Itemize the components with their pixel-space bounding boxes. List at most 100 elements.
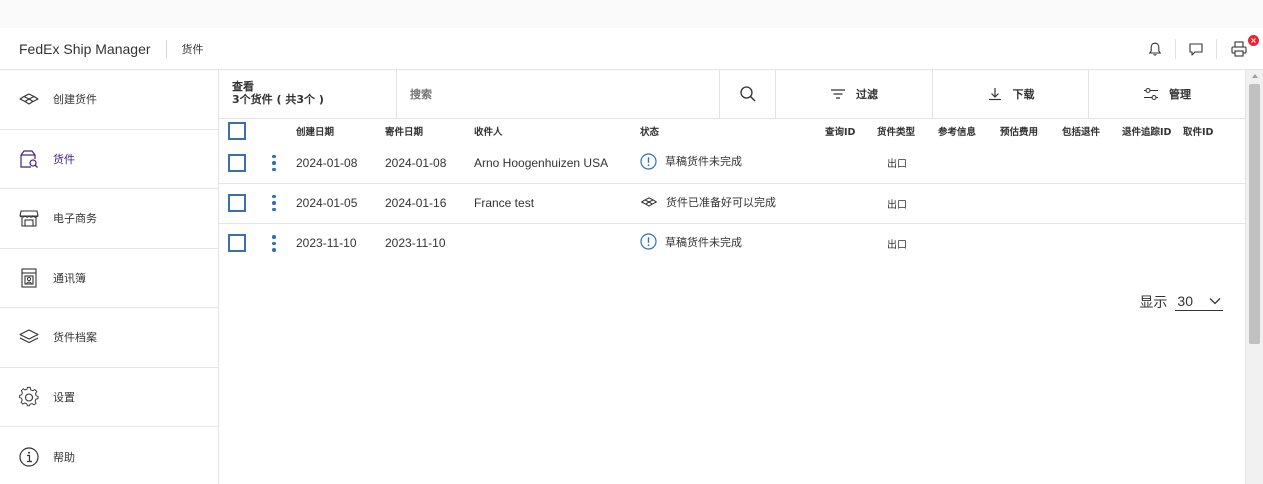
ship-date-cell: 2024-01-08 — [385, 143, 474, 184]
sidebar-item-shipments[interactable]: 货件 — [0, 130, 218, 189]
created-date-cell: 2024-01-05 — [296, 183, 385, 224]
sliders-icon — [1144, 87, 1158, 101]
column-header[interactable]: 货件类型 — [877, 119, 938, 143]
search-input[interactable] — [410, 87, 690, 101]
row-checkbox[interactable] — [228, 234, 246, 253]
alert-circle-icon — [640, 233, 657, 250]
status-text: 草稿货件未完成 — [665, 155, 742, 169]
scroll-up-arrow-icon[interactable] — [1251, 74, 1258, 78]
table-row[interactable]: 2024-01-08 2024-01-08 Arno Hoogenhuizen … — [219, 143, 1245, 184]
shipment-count: 3个货件 ( 共3个 ) — [232, 93, 324, 106]
sidebar-item-label: 帮助 — [53, 450, 75, 464]
status-cell: 草稿货件未完成 — [640, 233, 742, 250]
status-text: 货件已准备好可以完成 — [666, 196, 776, 209]
shipment-profiles-icon — [17, 325, 41, 349]
recipient-cell: France test — [474, 183, 640, 224]
table-row[interactable]: 2023-11-10 2023-11-10 草稿货件未完成 出口 — [219, 223, 1245, 263]
ecommerce-store-icon — [17, 206, 41, 230]
shipments-toolbar: 查看 3个货件 ( 共3个 ) 过滤 下载 — [219, 70, 1245, 119]
sidebar-item-label: 创建货件 — [53, 93, 97, 107]
shipment-type-cell: 出口 — [877, 183, 938, 224]
sidebar-item-label: 货件档案 — [53, 331, 97, 345]
messages-button[interactable] — [1176, 28, 1216, 70]
create-shipment-icon — [17, 87, 41, 111]
row-checkbox[interactable] — [228, 153, 246, 172]
row-actions-menu-icon[interactable] — [272, 154, 276, 171]
sidebar: 创建货件 货件 电子商务 通讯簿 货件档案 设置 帮助 — [0, 70, 219, 484]
search-area — [397, 70, 720, 118]
ready-box-icon — [641, 197, 657, 207]
filter-label: 过滤 — [856, 88, 878, 101]
search-button[interactable] — [720, 70, 776, 118]
manage-label: 管理 — [1169, 88, 1191, 101]
chevron-down-icon — [1209, 298, 1221, 305]
notifications-button[interactable] — [1135, 28, 1175, 70]
chat-icon — [1189, 43, 1203, 56]
table-row[interactable]: 2024-01-05 2024-01-16 France test 货件已准备好… — [219, 183, 1245, 224]
help-info-icon — [17, 445, 41, 469]
app-brand[interactable]: FedEx Ship Manager — [19, 41, 151, 57]
page-size-value: 30 — [1177, 293, 1193, 309]
column-header[interactable]: 查询ID — [825, 119, 877, 143]
row-actions-menu-icon[interactable] — [272, 235, 276, 252]
address-book-icon — [17, 266, 41, 290]
printer-icon — [1231, 41, 1247, 57]
sidebar-item-create-shipment[interactable]: 创建货件 — [0, 70, 218, 130]
ship-date-cell: 2023-11-10 — [385, 236, 446, 251]
row-actions-menu-icon[interactable] — [272, 194, 276, 212]
sidebar-item-address-book[interactable]: 通讯簿 — [0, 249, 218, 308]
page-size-control: 显示 30 — [1139, 292, 1223, 312]
page-size-label: 显示 — [1139, 295, 1168, 311]
column-header[interactable]: 寄件日期 — [385, 119, 474, 143]
column-header[interactable]: 创建日期 — [296, 119, 385, 143]
shipment-type-cell: 出口 — [887, 239, 907, 251]
sidebar-item-help[interactable]: 帮助 — [0, 427, 218, 484]
top-bar: FedEx Ship Manager 货件 × — [0, 28, 1263, 70]
bell-icon — [1148, 42, 1162, 56]
created-date-cell: 2024-01-08 — [296, 143, 385, 184]
created-date-cell: 2023-11-10 — [296, 236, 357, 251]
page-size-select[interactable]: 30 — [1175, 293, 1223, 311]
view-title: 查看 — [232, 80, 254, 93]
vertical-scrollbar[interactable] — [1245, 70, 1263, 484]
sidebar-item-label: 货件 — [53, 152, 75, 166]
sidebar-item-settings[interactable]: 设置 — [0, 368, 218, 427]
download-icon — [988, 88, 1001, 101]
select-all-checkbox[interactable] — [228, 122, 246, 140]
breadcrumb: 货件 — [181, 42, 204, 56]
sidebar-item-label: 设置 — [53, 390, 75, 404]
download-button[interactable]: 下载 — [933, 70, 1089, 118]
row-checkbox[interactable] — [228, 194, 246, 212]
filter-icon — [831, 89, 845, 99]
column-header[interactable]: 退件追踪ID — [1122, 119, 1183, 143]
view-selector[interactable]: 查看 3个货件 ( 共3个 ) — [219, 70, 397, 118]
scroll-thumb[interactable] — [1249, 84, 1260, 344]
shipments-table: 创建日期 寄件日期 收件人 状态 查询ID 货件类型 参考信息 预估费用 包括退… — [219, 119, 1245, 263]
recipient-cell: Arno Hoogenhuizen USA — [474, 143, 640, 184]
manage-button[interactable]: 管理 — [1089, 70, 1245, 118]
brand-divider — [165, 39, 167, 58]
filter-button[interactable]: 过滤 — [776, 70, 933, 118]
status-cell: 草稿货件未完成 — [640, 153, 742, 170]
download-label: 下载 — [1012, 88, 1035, 101]
column-header[interactable]: 收件人 — [474, 119, 640, 143]
alert-circle-icon — [640, 153, 657, 170]
table-header-row: 创建日期 寄件日期 收件人 状态 查询ID 货件类型 参考信息 预估费用 包括退… — [219, 119, 1245, 143]
recipient-cell — [474, 223, 640, 263]
main-content: 查看 3个货件 ( 共3个 ) 过滤 下载 — [219, 70, 1245, 484]
settings-gear-icon — [17, 385, 41, 409]
status-cell: 货件已准备好可以完成 — [640, 194, 776, 210]
status-text: 草稿货件未完成 — [665, 235, 742, 249]
printer-button[interactable]: × — [1217, 28, 1263, 70]
shipment-type-cell: 出口 — [877, 143, 938, 184]
search-icon — [739, 86, 755, 102]
sidebar-item-label: 电子商务 — [53, 212, 97, 226]
sidebar-item-shipment-profiles[interactable]: 货件档案 — [0, 308, 218, 368]
column-header[interactable]: 预估费用 — [1000, 119, 1062, 143]
ship-date-cell: 2024-01-16 — [385, 183, 474, 224]
column-header[interactable]: 状态 — [640, 119, 825, 143]
column-header[interactable]: 包括退件 — [1062, 119, 1122, 143]
column-header[interactable]: 取件ID — [1183, 119, 1245, 143]
sidebar-item-ecommerce[interactable]: 电子商务 — [0, 189, 218, 249]
column-header[interactable]: 参考信息 — [938, 119, 1000, 143]
